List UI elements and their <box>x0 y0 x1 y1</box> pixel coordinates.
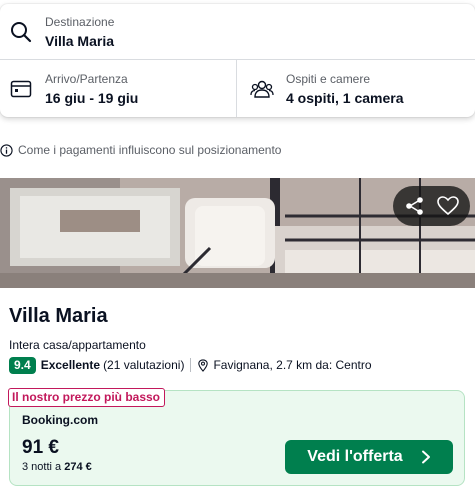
view-deal-button[interactable]: Vedi l'offerta <box>285 440 453 474</box>
destination-label: Destinazione <box>45 15 115 29</box>
total-price: 274 € <box>64 461 92 473</box>
dates-value: 16 giu - 19 giu <box>45 90 139 106</box>
heart-icon <box>436 196 459 216</box>
accommodation-type: Intera casa/appartamento <box>9 338 146 352</box>
payment-info-link[interactable]: Come i pagamenti influiscono sul posizio… <box>0 142 281 158</box>
nightly-price: 91 € <box>22 437 59 458</box>
share-button[interactable] <box>402 193 428 219</box>
lowest-price-badge: Il nostro prezzo più basso <box>8 388 166 407</box>
provider-name: Booking.com <box>22 413 99 427</box>
favorite-button[interactable] <box>435 193 461 219</box>
rating-location-row: 9.4 Excellente (21 valutazioni) Favignan… <box>9 356 372 374</box>
info-icon <box>0 143 13 157</box>
guests-icon <box>250 80 274 98</box>
total-price-line: 3 notti a 274 € <box>22 461 92 473</box>
payment-info-text: Come i pagamenti influiscono sul posizio… <box>18 143 282 157</box>
view-deal-label: Vedi l'offerta <box>307 448 403 465</box>
nights-prefix: 3 notti a <box>22 461 65 473</box>
search-summary-card: Destinazione Villa Maria Arrivo/Partenza… <box>0 4 475 117</box>
deal-card[interactable]: Il nostro prezzo più basso Booking.com 9… <box>8 388 465 486</box>
location-pin-icon <box>198 358 209 372</box>
divider <box>190 358 192 372</box>
search-icon <box>11 22 32 43</box>
chevron-right-icon <box>421 450 430 464</box>
guests-field[interactable]: Ospiti e camere 4 ospiti, 1 camera <box>238 60 475 117</box>
guests-value: 4 ospiti, 1 camera <box>286 90 404 106</box>
guests-label: Ospiti e camere <box>286 72 371 86</box>
hotel-name[interactable]: Villa Maria <box>9 305 108 328</box>
rating-label: Excellente <box>40 358 101 372</box>
dates-field[interactable]: Arrivo/Partenza 16 giu - 19 giu <box>0 60 237 117</box>
rating-score-badge: 9.4 <box>9 356 36 374</box>
share-icon <box>406 197 424 215</box>
destination-field[interactable]: Destinazione Villa Maria <box>0 4 475 60</box>
calendar-icon <box>10 80 32 98</box>
location-text: Favignana, 2.7 km da: Centro <box>213 358 372 372</box>
rating-count: (21 valutazioni) <box>103 358 185 372</box>
destination-value: Villa Maria <box>45 33 115 49</box>
dates-label: Arrivo/Partenza <box>45 72 128 86</box>
photo-actions <box>393 186 470 226</box>
